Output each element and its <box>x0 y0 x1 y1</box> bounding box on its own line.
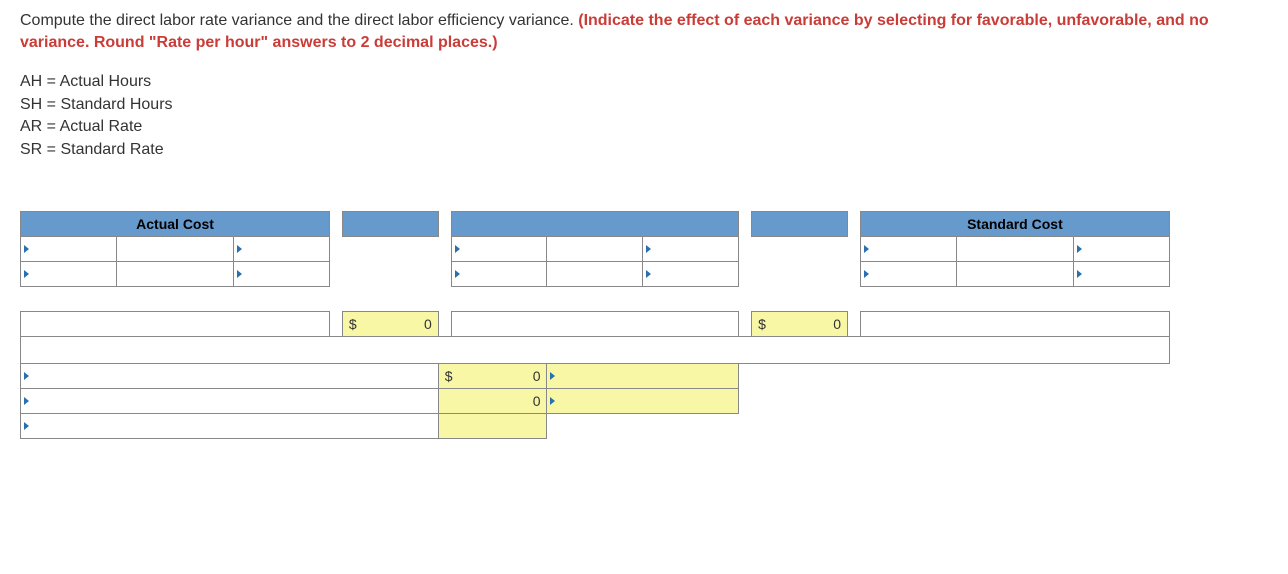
variance-fu-2[interactable] <box>547 388 739 413</box>
mid3-total: $ 0 <box>752 311 848 336</box>
legend-sh: SH = Standard Hours <box>20 94 1268 116</box>
variance-label-1[interactable] <box>21 363 439 388</box>
legend-ah: AH = Actual Hours <box>20 71 1268 93</box>
header-mid3 <box>752 211 848 236</box>
header-actual-cost: Actual Cost <box>21 211 330 236</box>
dropdown[interactable] <box>451 236 547 261</box>
span-row <box>21 336 1170 363</box>
variance-amount-1: $ 0 <box>438 363 547 388</box>
dropdown[interactable] <box>1073 261 1169 286</box>
dropdown[interactable] <box>860 261 956 286</box>
dropdown[interactable] <box>643 236 739 261</box>
cell[interactable] <box>116 236 233 261</box>
cell[interactable] <box>956 261 1073 286</box>
zero-value: 0 <box>533 368 547 384</box>
variance-fu-1[interactable] <box>547 363 739 388</box>
zero-value: 0 <box>424 316 438 332</box>
dropdown[interactable] <box>234 236 330 261</box>
question-intro: Compute the direct labor rate variance a… <box>20 12 578 29</box>
dropdown[interactable] <box>234 261 330 286</box>
actual-total-cell[interactable] <box>21 311 330 336</box>
cell[interactable] <box>547 261 643 286</box>
header-mid1 <box>342 211 438 236</box>
zero-value: 0 <box>833 316 847 332</box>
legend: AH = Actual Hours SH = Standard Hours AR… <box>20 71 1268 160</box>
input-row-1 <box>21 236 1170 261</box>
header-mid2 <box>451 211 739 236</box>
dropdown[interactable] <box>643 261 739 286</box>
variance-table: Actual Cost Standard Cost $ 0 $ 0 <box>20 211 1170 439</box>
dropdown[interactable] <box>21 261 117 286</box>
question-text: Compute the direct labor rate variance a… <box>20 10 1268 53</box>
dropdown[interactable] <box>860 236 956 261</box>
mid2-total-cell[interactable] <box>451 311 739 336</box>
variance-label-2[interactable] <box>21 388 439 413</box>
cell[interactable] <box>547 236 643 261</box>
dollar-sign: $ <box>752 316 766 332</box>
std-total-cell[interactable] <box>860 311 1169 336</box>
cell[interactable] <box>956 236 1073 261</box>
dropdown[interactable] <box>21 236 117 261</box>
variance-row-2: 0 <box>21 388 1170 413</box>
dropdown[interactable] <box>1073 236 1169 261</box>
input-row-2 <box>21 261 1170 286</box>
header-row: Actual Cost Standard Cost <box>21 211 1170 236</box>
dollar-sign: $ <box>439 368 453 384</box>
full-span-cell[interactable] <box>21 336 1170 363</box>
zero-value: 0 <box>533 393 547 409</box>
legend-ar: AR = Actual Rate <box>20 116 1268 138</box>
dropdown[interactable] <box>451 261 547 286</box>
totals-row: $ 0 $ 0 <box>21 311 1170 336</box>
mid1-total: $ 0 <box>342 311 438 336</box>
legend-sr: SR = Standard Rate <box>20 139 1268 161</box>
variance-amount-2: 0 <box>438 388 547 413</box>
variance-amount-3[interactable] <box>438 413 547 438</box>
cell[interactable] <box>116 261 233 286</box>
dollar-sign: $ <box>343 316 357 332</box>
variance-label-3[interactable] <box>21 413 439 438</box>
variance-row-1: $ 0 <box>21 363 1170 388</box>
header-standard-cost: Standard Cost <box>860 211 1169 236</box>
variance-row-3 <box>21 413 1170 438</box>
